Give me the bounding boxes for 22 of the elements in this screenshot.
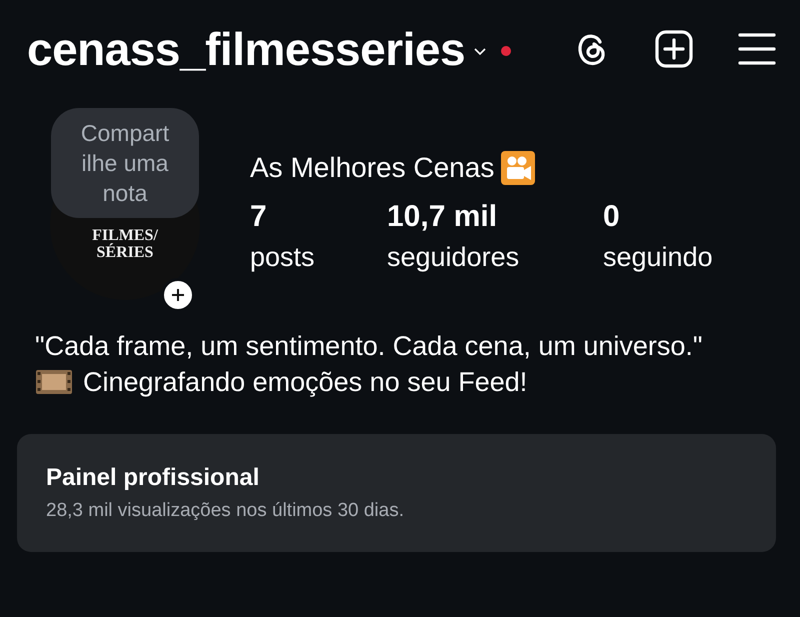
card-subtitle: 28,3 mil visualizações nos últimos 30 dias. [46, 500, 406, 522]
avatar-logo-text: SÉRIES [96, 244, 154, 261]
stat-count[interactable]: 0 [603, 200, 713, 234]
note-tooltip[interactable]: Compart ilhe uma nota [51, 108, 199, 218]
stat-label[interactable]: posts [250, 242, 387, 273]
bio-text: Cinegrafando emoções no seu Feed! [83, 366, 528, 399]
stat-label[interactable]: seguidores [387, 242, 603, 273]
chevron-down-icon[interactable] [473, 47, 488, 57]
bio-text: "Cada frame, um sentimento. Cada cena, um universo." [35, 331, 702, 361]
movie-camera-icon [500, 150, 536, 186]
add-icon[interactable] [654, 29, 694, 69]
display-name: As Melhores Cenas [250, 152, 494, 184]
username[interactable]: cenass_filmesseries [27, 22, 466, 76]
stat-count[interactable]: 10,7 mil [387, 200, 603, 234]
film-strip-icon [35, 368, 73, 396]
avatar-logo-text: FILMES/ [92, 227, 158, 244]
stat-label[interactable]: seguindo [603, 242, 713, 273]
menu-icon[interactable] [738, 32, 776, 66]
stat-count[interactable]: 7 [250, 200, 387, 234]
plus-icon [170, 287, 186, 303]
professional-dashboard-card[interactable]: Painel profissional 28,3 mil visualizações nos últimos 30 dias. [17, 434, 776, 552]
card-title: Painel profissional [46, 464, 260, 492]
